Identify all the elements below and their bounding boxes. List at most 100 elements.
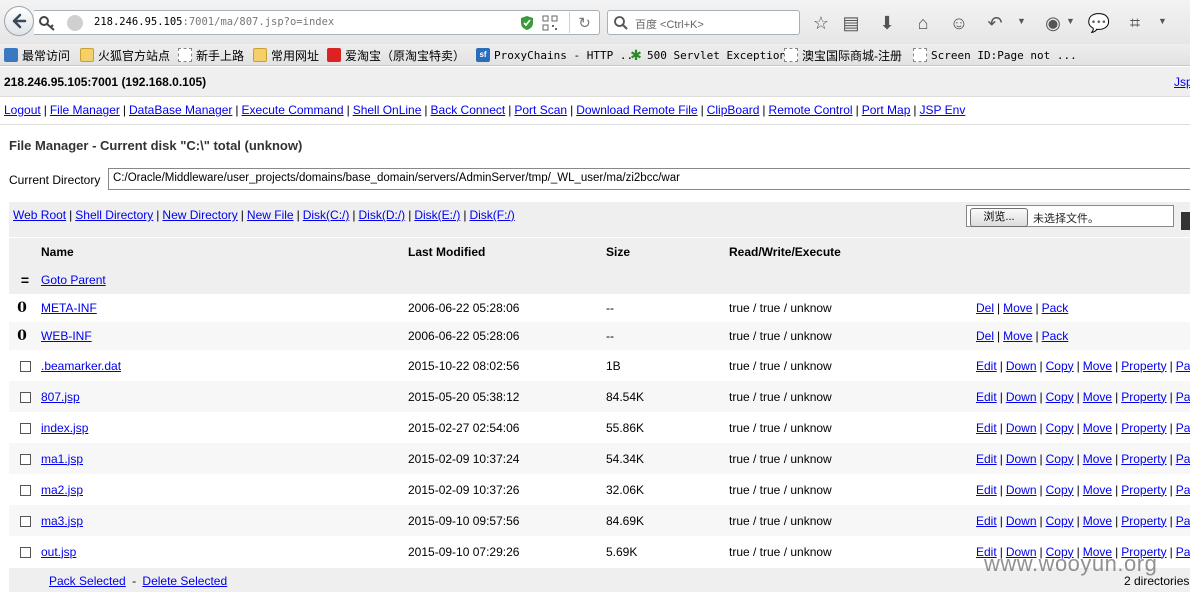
pack-link[interactable]: Pack bbox=[1042, 329, 1069, 343]
search-bar[interactable]: 百度 <Ctrl+K> bbox=[607, 10, 800, 35]
down-link[interactable]: Down bbox=[1006, 359, 1037, 373]
file-checkbox[interactable] bbox=[19, 360, 31, 372]
file-link[interactable]: 807.jsp bbox=[41, 390, 80, 404]
file-checkbox[interactable] bbox=[19, 484, 31, 496]
edit-link[interactable]: Edit bbox=[976, 452, 997, 466]
more-link[interactable]: Pa bbox=[1176, 545, 1190, 559]
bookmark-common-sites[interactable]: 常用网址 bbox=[253, 47, 319, 63]
url-text[interactable]: 218.246.95.105:7001/ma/807.jsp?o=index bbox=[94, 16, 334, 28]
shell-directory-link[interactable]: Shell Directory bbox=[75, 208, 153, 222]
copy-link[interactable]: Copy bbox=[1046, 514, 1074, 528]
qrcode-icon[interactable] bbox=[542, 15, 558, 31]
more-link[interactable]: Pa bbox=[1176, 452, 1190, 466]
browse-button[interactable]: 浏览... bbox=[970, 208, 1028, 227]
download-icon[interactable]: ⬇ bbox=[876, 12, 898, 34]
directory-link[interactable]: META-INF bbox=[41, 301, 97, 315]
property-link[interactable]: Property bbox=[1121, 452, 1166, 466]
copy-link[interactable]: Copy bbox=[1046, 421, 1074, 435]
move-link[interactable]: Move bbox=[1003, 301, 1032, 315]
disk-f-link[interactable]: Disk(F:/) bbox=[469, 208, 514, 222]
more-link[interactable]: Pa bbox=[1176, 421, 1190, 435]
nav-port-scan[interactable]: Port Scan bbox=[514, 103, 567, 117]
globe-icon[interactable] bbox=[67, 15, 83, 31]
down-link[interactable]: Down bbox=[1006, 421, 1037, 435]
move-link[interactable]: Move bbox=[1083, 421, 1112, 435]
down-link[interactable]: Down bbox=[1006, 452, 1037, 466]
edit-link[interactable]: Edit bbox=[976, 421, 997, 435]
move-link[interactable]: Move bbox=[1083, 483, 1112, 497]
nav-port-map[interactable]: Port Map bbox=[862, 103, 911, 117]
pack-link[interactable]: Pack bbox=[1042, 301, 1069, 315]
bookmark-aobao-mall[interactable]: 澳宝国际商城-注册 bbox=[784, 47, 902, 63]
web-root-link[interactable]: Web Root bbox=[13, 208, 66, 222]
disk-c-link[interactable]: Disk(C:/) bbox=[303, 208, 350, 222]
bookmark-screen-id[interactable]: Screen ID:Page not ... bbox=[913, 47, 1077, 63]
more-link[interactable]: Pa bbox=[1176, 390, 1190, 404]
file-link[interactable]: ma3.jsp bbox=[41, 514, 83, 528]
delete-selected-link[interactable]: Delete Selected bbox=[142, 574, 227, 588]
nav-database-manager[interactable]: DataBase Manager bbox=[129, 103, 232, 117]
addon-dropdown-icon[interactable]: ▼ bbox=[1066, 16, 1075, 28]
file-link[interactable]: .beamarker.dat bbox=[41, 359, 121, 373]
goto-parent-link[interactable]: Goto Parent bbox=[41, 273, 106, 287]
nav-back-connect[interactable]: Back Connect bbox=[431, 103, 506, 117]
more-link[interactable]: Pa bbox=[1176, 483, 1190, 497]
bookmark-star-icon[interactable]: ☆ bbox=[810, 12, 832, 34]
more-link[interactable]: Pa bbox=[1176, 359, 1190, 373]
move-link[interactable]: Move bbox=[1083, 359, 1112, 373]
file-checkbox[interactable] bbox=[19, 453, 31, 465]
edit-link[interactable]: Edit bbox=[976, 359, 997, 373]
property-link[interactable]: Property bbox=[1121, 483, 1166, 497]
file-checkbox[interactable] bbox=[19, 422, 31, 434]
property-link[interactable]: Property bbox=[1121, 390, 1166, 404]
chat-face-icon[interactable]: ☺ bbox=[948, 12, 970, 34]
move-link[interactable]: Move bbox=[1003, 329, 1032, 343]
bookmark-getting-started[interactable]: 新手上路 bbox=[178, 47, 244, 63]
new-file-link[interactable]: New File bbox=[247, 208, 294, 222]
move-link[interactable]: Move bbox=[1083, 390, 1112, 404]
nav-logout[interactable]: Logout bbox=[4, 103, 41, 117]
nav-jsp-env[interactable]: JSP Env bbox=[920, 103, 966, 117]
move-link[interactable]: Move bbox=[1083, 452, 1112, 466]
property-link[interactable]: Property bbox=[1121, 514, 1166, 528]
copy-link[interactable]: Copy bbox=[1046, 359, 1074, 373]
file-checkbox[interactable] bbox=[19, 515, 31, 527]
nav-remote-control[interactable]: Remote Control bbox=[769, 103, 853, 117]
pack-selected-link[interactable]: Pack Selected bbox=[49, 574, 126, 588]
edit-link[interactable]: Edit bbox=[976, 390, 997, 404]
property-link[interactable]: Property bbox=[1121, 421, 1166, 435]
nav-clipboard[interactable]: ClipBoard bbox=[707, 103, 760, 117]
file-checkbox[interactable] bbox=[19, 391, 31, 403]
crop-icon[interactable]: ⌗ bbox=[1124, 12, 1146, 34]
edit-link[interactable]: Edit bbox=[976, 514, 997, 528]
upload-button[interactable] bbox=[1181, 212, 1190, 230]
copy-link[interactable]: Copy bbox=[1046, 390, 1074, 404]
shield-icon[interactable] bbox=[520, 15, 534, 31]
undo-dropdown-icon[interactable]: ▼ bbox=[1017, 16, 1026, 28]
down-link[interactable]: Down bbox=[1006, 390, 1037, 404]
url-bar[interactable]: 218.246.95.105:7001/ma/807.jsp?o=index ↻ bbox=[34, 10, 600, 35]
new-directory-link[interactable]: New Directory bbox=[162, 208, 237, 222]
nav-execute-command[interactable]: Execute Command bbox=[242, 103, 344, 117]
property-link[interactable]: Property bbox=[1121, 359, 1166, 373]
upload-file-input[interactable]: 浏览... 未选择文件。 bbox=[966, 205, 1174, 227]
bookmark-proxychains[interactable]: sf ProxyChains - HTTP ... bbox=[476, 47, 640, 63]
disk-e-link[interactable]: Disk(E:/) bbox=[414, 208, 460, 222]
reload-icon[interactable]: ↻ bbox=[569, 12, 599, 33]
del-link[interactable]: Del bbox=[976, 329, 994, 343]
nav-download-remote-file[interactable]: Download Remote File bbox=[576, 103, 697, 117]
down-link[interactable]: Down bbox=[1006, 483, 1037, 497]
disk-d-link[interactable]: Disk(D:/) bbox=[359, 208, 406, 222]
down-link[interactable]: Down bbox=[1006, 514, 1037, 528]
bookmark-firefox-site[interactable]: 火狐官方站点 bbox=[80, 47, 170, 63]
back-button[interactable] bbox=[4, 6, 34, 36]
addon-globe-icon[interactable]: ◉ bbox=[1042, 12, 1064, 34]
comment-icon[interactable]: 💬 bbox=[1088, 12, 1110, 34]
edit-link[interactable]: Edit bbox=[976, 483, 997, 497]
key-icon[interactable] bbox=[38, 15, 56, 31]
current-directory-input[interactable]: C:/Oracle/Middleware/user_projects/domai… bbox=[108, 168, 1190, 190]
file-link[interactable]: ma1.jsp bbox=[41, 452, 83, 466]
jsp-link[interactable]: Jsp bbox=[1174, 75, 1190, 89]
bookmark-most-visited[interactable]: 最常访问 bbox=[4, 47, 70, 63]
file-link[interactable]: index.jsp bbox=[41, 421, 88, 435]
